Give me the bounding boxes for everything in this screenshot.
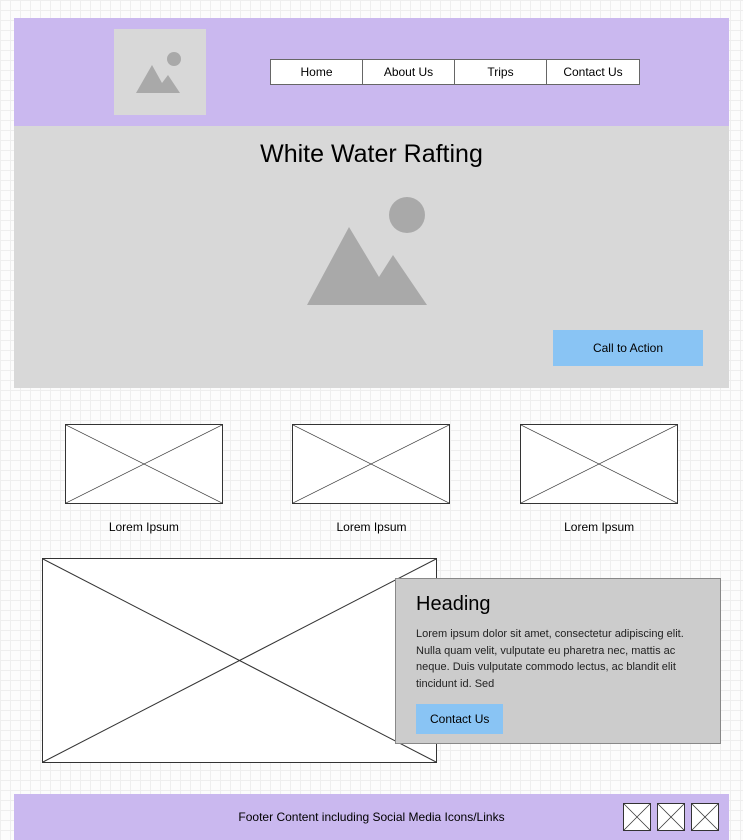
feature-heading: Heading: [416, 593, 700, 616]
card-1-image-placeholder: [65, 424, 223, 504]
card-2: Lorem Ipsum: [292, 424, 450, 534]
feature-body-text: Lorem ipsum dolor sit amet, consectetur …: [416, 626, 700, 692]
main-nav: Home About Us Trips Contact Us: [270, 59, 640, 85]
card-1: Lorem Ipsum: [65, 424, 223, 534]
logo-placeholder: [114, 29, 206, 115]
hero-section: White Water Rafting Call to Action: [14, 126, 729, 388]
footer-text: Footer Content including Social Media Ic…: [238, 810, 504, 824]
hero-image-placeholder: [14, 185, 729, 315]
social-icon-1[interactable]: [623, 803, 651, 831]
cta-button[interactable]: Call to Action: [553, 330, 703, 366]
feature-box: Heading Lorem ipsum dolor sit amet, cons…: [395, 578, 721, 744]
social-icon-2[interactable]: [657, 803, 685, 831]
social-icons: [623, 803, 719, 831]
feature-image-placeholder: [42, 558, 437, 763]
nav-contact[interactable]: Contact Us: [547, 60, 639, 84]
card-1-label: Lorem Ipsum: [65, 520, 223, 534]
nav-trips[interactable]: Trips: [455, 60, 547, 84]
card-3-label: Lorem Ipsum: [520, 520, 678, 534]
contact-us-button[interactable]: Contact Us: [416, 704, 503, 734]
nav-home[interactable]: Home: [271, 60, 363, 84]
image-icon: [130, 47, 190, 97]
footer-bar: Footer Content including Social Media Ic…: [14, 794, 729, 840]
card-3-image-placeholder: [520, 424, 678, 504]
nav-about[interactable]: About Us: [363, 60, 455, 84]
card-2-label: Lorem Ipsum: [292, 520, 450, 534]
header-bar: Home About Us Trips Contact Us: [14, 18, 729, 126]
hero-title: White Water Rafting: [14, 140, 729, 169]
feature-section: Heading Lorem ipsum dolor sit amet, cons…: [42, 558, 729, 778]
social-icon-3[interactable]: [691, 803, 719, 831]
image-icon: [287, 185, 457, 315]
card-row: Lorem Ipsum Lorem Ipsum Lorem Ipsum: [14, 388, 729, 534]
card-2-image-placeholder: [292, 424, 450, 504]
card-3: Lorem Ipsum: [520, 424, 678, 534]
